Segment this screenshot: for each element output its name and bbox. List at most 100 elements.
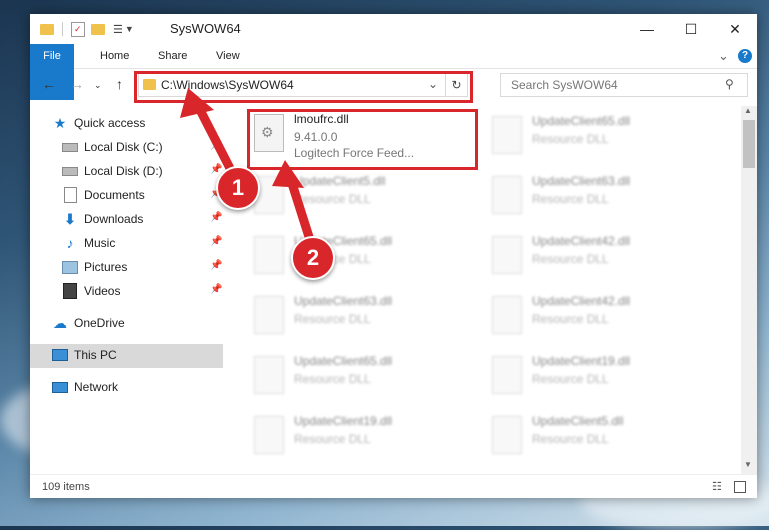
search-input[interactable]: Search SysWOW64 ⚲ bbox=[500, 73, 748, 97]
ribbon-tabs: File Home Share View ⌄ ? bbox=[30, 44, 757, 100]
file-type: Resource DLL bbox=[532, 432, 609, 446]
pin-icon[interactable]: 📌 bbox=[210, 212, 222, 223]
cloud-icon: ☁ bbox=[53, 314, 67, 331]
dll-file-icon bbox=[492, 416, 522, 454]
item-count: 109 items bbox=[42, 481, 90, 493]
nav-label: Quick access bbox=[74, 116, 146, 130]
large-icons-view-icon[interactable] bbox=[734, 481, 746, 493]
quick-access-toolbar: ✓ ☰ ▼ bbox=[40, 20, 134, 38]
music-icon: ♪ bbox=[66, 235, 74, 251]
file-item[interactable]: UpdateClient63.dll Resource DLL bbox=[250, 290, 482, 346]
scroll-down-icon[interactable]: ▼ bbox=[744, 460, 752, 469]
properties-icon[interactable]: ✓ bbox=[71, 21, 85, 37]
scroll-up-icon[interactable]: ▲ bbox=[744, 106, 752, 115]
close-button[interactable]: ✕ bbox=[713, 14, 757, 44]
tab-view[interactable]: View bbox=[206, 44, 250, 68]
step-1-badge: 1 bbox=[216, 166, 260, 210]
file-item[interactable]: UpdateClient42.dll Resource DLL bbox=[488, 230, 720, 286]
dll-file-icon bbox=[492, 296, 522, 334]
dll-file-icon bbox=[254, 356, 284, 394]
view-options-icon[interactable]: ☰ bbox=[113, 23, 123, 36]
file-type: Resource DLL bbox=[532, 192, 609, 206]
file-name: UpdateClient42.dll bbox=[532, 234, 631, 248]
file-item[interactable]: UpdateClient19.dll Resource DLL bbox=[488, 350, 720, 406]
pin-icon[interactable]: 📌 bbox=[210, 284, 222, 295]
file-name: UpdateClient5.dll bbox=[294, 174, 386, 188]
nav-local-disk-c[interactable]: Local Disk (C:) bbox=[62, 136, 163, 158]
dll-file-icon bbox=[492, 356, 522, 394]
videos-icon bbox=[62, 283, 78, 299]
nav-label: Videos bbox=[84, 284, 121, 298]
download-icon: ⬇ bbox=[64, 210, 76, 227]
dll-file-icon bbox=[492, 176, 522, 214]
nav-local-disk-d[interactable]: Local Disk (D:) bbox=[62, 160, 163, 182]
search-icon[interactable]: ⚲ bbox=[725, 77, 734, 91]
file-item[interactable]: UpdateClient42.dll Resource DLL bbox=[488, 290, 720, 346]
file-name: UpdateClient65.dll bbox=[294, 354, 393, 368]
file-type: Resource DLL bbox=[532, 132, 609, 146]
maximize-button[interactable]: ☐ bbox=[669, 14, 713, 44]
expand-ribbon-icon[interactable]: ⌄ bbox=[708, 44, 739, 68]
file-item[interactable]: UpdateClient65.dll Resource DLL bbox=[250, 230, 482, 286]
pin-icon[interactable]: 📌 bbox=[210, 236, 222, 247]
minimize-button[interactable]: — bbox=[625, 14, 669, 44]
tab-share[interactable]: Share bbox=[148, 44, 197, 68]
scrollbar-thumb[interactable] bbox=[743, 120, 755, 168]
nav-label: Local Disk (D:) bbox=[84, 164, 163, 178]
title-bar: ✓ ☰ ▼ SysWOW64 — ☐ ✕ bbox=[30, 14, 757, 44]
file-type: Resource DLL bbox=[532, 372, 609, 386]
folder-icon[interactable] bbox=[40, 23, 54, 35]
nav-onedrive[interactable]: ☁ OneDrive bbox=[52, 312, 125, 334]
file-item[interactable]: UpdateClient63.dll Resource DLL bbox=[488, 170, 720, 226]
drive-icon bbox=[62, 139, 78, 155]
tab-home[interactable]: Home bbox=[90, 44, 139, 68]
forward-arrow-icon[interactable]: → bbox=[70, 76, 84, 92]
help-icon[interactable]: ? bbox=[738, 49, 752, 63]
nav-documents[interactable]: Documents bbox=[62, 184, 145, 206]
file-name: UpdateClient19.dll bbox=[294, 414, 393, 428]
file-name: UpdateClient63.dll bbox=[532, 174, 631, 188]
status-bar: 109 items ☷ bbox=[30, 474, 757, 498]
nav-network[interactable]: Network bbox=[52, 376, 118, 398]
nav-quick-access[interactable]: ★ Quick access bbox=[52, 112, 146, 134]
nav-music[interactable]: ♪ Music bbox=[62, 232, 116, 254]
recent-locations-icon[interactable]: ⌄ bbox=[94, 80, 102, 91]
nav-label: Documents bbox=[84, 188, 145, 202]
file-item[interactable]: UpdateClient5.dll Resource DLL bbox=[250, 170, 482, 226]
computer-icon bbox=[52, 347, 68, 363]
file-item[interactable]: UpdateClient65.dll Resource DLL bbox=[250, 350, 482, 406]
file-type: Resource DLL bbox=[294, 372, 371, 386]
pin-icon[interactable]: 📌 bbox=[210, 140, 222, 151]
file-name: UpdateClient42.dll bbox=[532, 294, 631, 308]
details-view-icon[interactable]: ☷ bbox=[712, 480, 722, 493]
navigation-pane: ★ Quick access Local Disk (C:) 📌 Local D… bbox=[30, 106, 226, 466]
file-item[interactable]: UpdateClient19.dll Resource DLL bbox=[250, 410, 482, 466]
new-folder-icon[interactable] bbox=[91, 23, 105, 35]
file-type: Resource DLL bbox=[294, 312, 371, 326]
pin-icon[interactable]: 📌 bbox=[210, 260, 222, 271]
nav-label: OneDrive bbox=[74, 316, 125, 330]
dll-file-icon bbox=[492, 116, 522, 154]
nav-label: Network bbox=[74, 380, 119, 394]
file-type: Resource DLL bbox=[294, 432, 371, 446]
file-item[interactable]: UpdateClient65.dll Resource DLL bbox=[488, 110, 720, 166]
address-bar-highlight bbox=[134, 71, 473, 103]
dll-file-icon bbox=[254, 416, 284, 454]
nav-videos[interactable]: Videos bbox=[62, 280, 120, 302]
nav-label: This PC bbox=[74, 348, 117, 362]
nav-downloads[interactable]: ⬇ Downloads bbox=[62, 208, 143, 230]
dll-file-icon bbox=[254, 296, 284, 334]
nav-label: Music bbox=[84, 236, 116, 250]
nav-pictures[interactable]: Pictures bbox=[62, 256, 127, 278]
file-name: UpdateClient5.dll bbox=[532, 414, 624, 428]
vertical-scrollbar[interactable]: ▲ ▼ bbox=[741, 106, 757, 474]
customize-quick-access-icon[interactable]: ▼ bbox=[125, 24, 134, 34]
search-placeholder: Search SysWOW64 bbox=[511, 78, 618, 92]
step-2-badge: 2 bbox=[291, 236, 335, 280]
file-item[interactable]: UpdateClient5.dll Resource DLL bbox=[488, 410, 720, 466]
up-arrow-icon[interactable]: ↑ bbox=[116, 76, 123, 92]
file-type: Resource DLL bbox=[294, 192, 371, 206]
drive-icon bbox=[62, 163, 78, 179]
back-arrow-icon[interactable]: ← bbox=[42, 76, 56, 92]
nav-this-pc[interactable]: This PC bbox=[52, 344, 117, 366]
